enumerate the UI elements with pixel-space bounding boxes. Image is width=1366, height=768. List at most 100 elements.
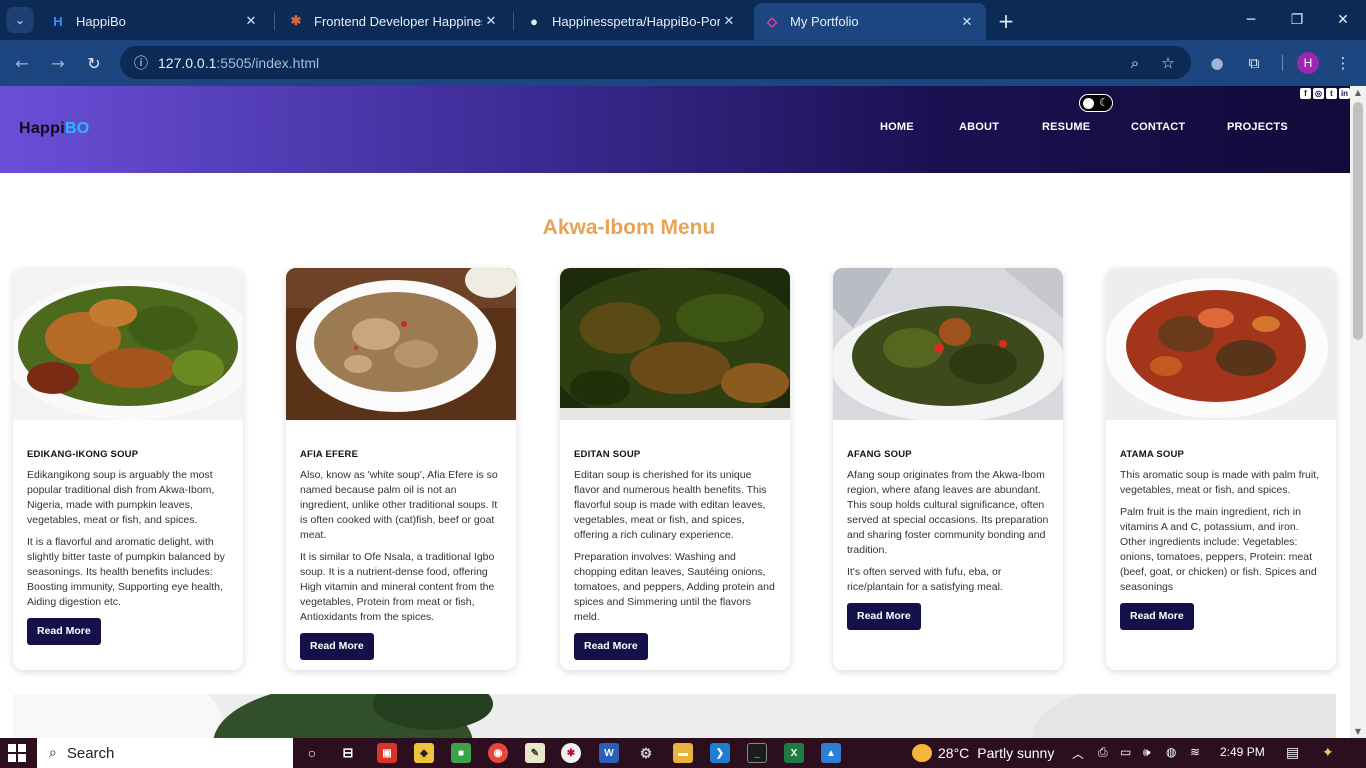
instagram-icon[interactable]: ◎ [1313, 88, 1324, 99]
toggle-knob [1083, 98, 1094, 109]
window-close-icon[interactable]: ✕ [1320, 0, 1366, 40]
clock-time[interactable]: 2:49 PM [1220, 745, 1265, 759]
portfolio-favicon-icon: ◇ [767, 13, 777, 29]
scrollbar-thumb[interactable] [1353, 102, 1363, 340]
git-tool-icon[interactable]: ◆ [414, 743, 434, 763]
browser-tab-strip: ⌄ H HappiBo ✕ ✱ Frontend Developer Happi… [0, 0, 1366, 40]
vscode-icon[interactable]: ❯ [710, 743, 730, 763]
tab-label: HappiBo [76, 13, 126, 29]
windows-start-icon[interactable] [8, 744, 26, 762]
weather-widget[interactable]: 28°C Partly sunny [912, 744, 1054, 762]
logo-main: Happi [19, 120, 65, 137]
url-path: :5505/index.html [216, 54, 320, 71]
card-title: EDIKANG-IKONG SOUP [27, 449, 139, 460]
nav-contact[interactable]: CONTACT [1131, 121, 1185, 133]
app-red-box-icon[interactable]: ▣ [377, 743, 397, 763]
new-tab-plus-icon[interactable]: + [993, 8, 1019, 34]
twitter-icon[interactable]: t [1326, 88, 1337, 99]
close-icon[interactable]: ✕ [482, 13, 500, 29]
task-view-circle-icon[interactable]: ○ [302, 743, 322, 763]
card-paragraph: Editan soup is cherished for its unique … [574, 469, 767, 541]
terminal-icon[interactable]: _ [747, 743, 767, 763]
notepad-icon[interactable]: ✎ [525, 743, 545, 763]
app-green-cube-icon[interactable]: ■ [451, 743, 471, 763]
copilot-icon[interactable]: ✦ [1322, 745, 1334, 761]
site-info-icon[interactable]: ⓘ [128, 50, 154, 76]
read-more-button[interactable]: Read More [574, 633, 648, 660]
zoom-icon[interactable]: ⌕ [1122, 50, 1148, 76]
volume-icon[interactable]: 🕪 [1143, 745, 1151, 760]
facebook-icon[interactable]: f [1300, 88, 1311, 99]
nav-about[interactable]: ABOUT [959, 121, 999, 133]
tab-separator [513, 12, 514, 30]
menu-dots-icon[interactable]: ⋮ [1330, 50, 1356, 76]
afia-efere-photo [286, 268, 516, 420]
page-scrollbar[interactable]: ▲ ▼ [1350, 86, 1366, 738]
file-explorer-icon[interactable]: ▬ [673, 743, 693, 763]
extension-puzzle-muted-icon[interactable]: ● [1204, 50, 1230, 76]
read-more-button[interactable]: Read More [847, 603, 921, 630]
back-arrow-icon[interactable]: ← [9, 50, 35, 76]
url-text[interactable]: 127.0.0.1:5505/index.html [158, 55, 319, 71]
notification-icon[interactable]: ▤ [1286, 745, 1299, 761]
tab-search-chevron-icon[interactable]: ⌄ [6, 7, 34, 33]
tab-separator [274, 12, 275, 30]
reload-icon[interactable]: ↻ [81, 50, 107, 76]
close-icon[interactable]: ✕ [242, 13, 260, 29]
tab-my-portfolio[interactable]: ◇ My Portfolio ✕ [754, 3, 986, 40]
card-body: Afang soup originates from the Akwa-Ibom… [847, 468, 1052, 630]
card-paragraph: It is a flavorful and aromatic delight, … [27, 536, 225, 608]
editan-photo [560, 268, 790, 420]
photos-icon[interactable]: ▲ [821, 743, 841, 763]
nav-resume[interactable]: RESUME [1042, 121, 1090, 133]
browser-toolbar: ← → ↻ ⓘ 127.0.0.1:5505/index.html ⌕ ☆ ● … [0, 40, 1366, 86]
extensions-icon[interactable]: ⧉ [1241, 50, 1267, 76]
battery-icon[interactable]: ▭ [1120, 745, 1131, 759]
tab-happibo[interactable]: H HappiBo ✕ [40, 5, 270, 37]
card-paragraph: It is similar to Ofe Nsala, a traditiona… [300, 551, 495, 623]
weather-temperature: 28°C [938, 745, 970, 761]
wifi-icon[interactable]: ≋ [1190, 745, 1200, 759]
card-body: Also, know as 'white soup', Afia Efere i… [300, 468, 505, 660]
forward-arrow-icon[interactable]: → [45, 50, 71, 76]
word-icon[interactable]: W [599, 743, 619, 763]
menu-card: EDITAN SOUP Editan soup is cherished for… [560, 268, 790, 670]
moon-icon: ☾ [1099, 96, 1109, 109]
read-more-button[interactable]: Read More [1120, 603, 1194, 630]
minimize-icon[interactable]: ─ [1228, 0, 1274, 40]
theme-toggle[interactable]: ☾ [1079, 94, 1113, 112]
chevron-up-icon[interactable]: ︿ [1072, 745, 1084, 762]
section-title: Akwa-Ibom Menu [542, 216, 716, 239]
close-icon[interactable]: ✕ [720, 13, 738, 29]
nav-home[interactable]: HOME [880, 121, 914, 133]
taskbar-search-box[interactable]: ⌕ Search [37, 738, 293, 768]
tab-github-repo[interactable]: ● Happinesspetra/HappiBo-Portfo ✕ [516, 5, 748, 37]
read-more-button[interactable]: Read More [27, 618, 101, 645]
site-logo[interactable]: HappiBO [19, 120, 90, 138]
close-icon[interactable]: ✕ [958, 14, 976, 30]
task-view-icon[interactable]: ⊟ [338, 743, 358, 763]
address-bar[interactable]: ⓘ 127.0.0.1:5505/index.html ⌕ ☆ [120, 46, 1191, 79]
search-icon: ⌕ [49, 745, 57, 761]
profile-avatar[interactable]: H [1297, 52, 1319, 74]
linkedin-icon[interactable]: in [1339, 88, 1350, 99]
device-icon[interactable]: ⎙ [1098, 745, 1108, 760]
scroll-down-arrow-icon[interactable]: ▼ [1350, 727, 1366, 736]
card-body: Editan soup is cherished for its unique … [574, 468, 779, 660]
tab-frontend-developer[interactable]: ✱ Frontend Developer Happiness ✕ [278, 5, 510, 37]
slack-icon[interactable]: ✱ [561, 743, 581, 763]
url-host: 127.0.0.1 [158, 54, 217, 71]
menu-card: AFIA EFERE Also, know as 'white soup', A… [286, 268, 516, 670]
settings-gear-icon[interactable]: ⚙ [636, 743, 656, 763]
restore-icon[interactable]: ❐ [1274, 0, 1320, 40]
nav-projects[interactable]: PROJECTS [1227, 121, 1288, 133]
card-title: ATAMA SOUP [1120, 449, 1185, 460]
page-viewport: HappiBO HOME ABOUT RESUME CONTACT PROJEC… [0, 86, 1350, 738]
scroll-up-arrow-icon[interactable]: ▲ [1350, 88, 1366, 97]
claude-favicon-icon: ✱ [290, 13, 302, 28]
excel-icon[interactable]: X [784, 743, 804, 763]
chrome-icon[interactable]: ◉ [482, 738, 514, 768]
bookmark-star-icon[interactable]: ☆ [1155, 50, 1181, 76]
network-globe-icon[interactable]: ◍ [1166, 745, 1176, 759]
read-more-button[interactable]: Read More [300, 633, 374, 660]
